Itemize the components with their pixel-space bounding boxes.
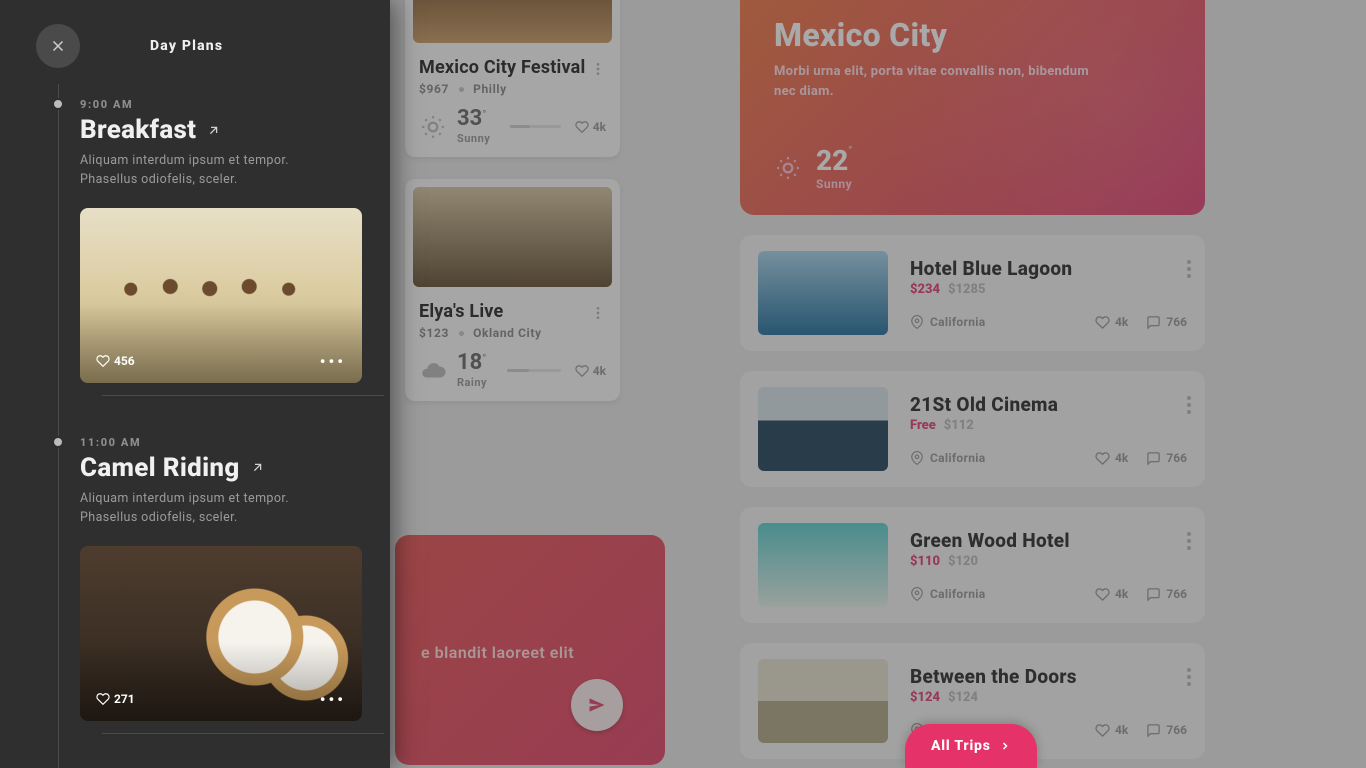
timeline-item: 11:00 AM Camel Riding Aliquam interdum i… <box>58 422 360 760</box>
item-title: Breakfast <box>80 115 196 145</box>
photo-more-icon[interactable]: ••• <box>320 352 346 371</box>
divider <box>102 733 384 734</box>
item-title: Camel Riding <box>80 453 240 483</box>
close-icon <box>49 37 67 55</box>
item-time: 9:00 AM <box>80 98 360 111</box>
item-title-row[interactable]: Breakfast <box>80 115 360 145</box>
photo-likes[interactable]: 456 <box>96 354 135 368</box>
item-photo[interactable]: 456 ••• <box>80 208 362 383</box>
divider <box>102 395 384 396</box>
photo-likes-count: 271 <box>114 692 135 706</box>
all-trips-button[interactable]: All Trips <box>905 724 1037 768</box>
photo-more-icon[interactable]: ••• <box>320 690 346 709</box>
item-photo[interactable]: 271 ••• <box>80 546 362 721</box>
timeline-node-icon <box>52 98 64 110</box>
timeline-item: 9:00 AM Breakfast Aliquam interdum ipsum… <box>58 84 360 422</box>
timeline: 9:00 AM Breakfast Aliquam interdum ipsum… <box>0 84 390 768</box>
chevron-right-icon <box>999 740 1011 752</box>
open-link-icon <box>250 460 265 475</box>
close-button[interactable] <box>36 24 80 68</box>
photo-likes[interactable]: 271 <box>96 692 135 706</box>
photo-likes-count: 456 <box>114 354 135 368</box>
item-time: 11:00 AM <box>80 436 360 449</box>
timeline-node-icon <box>52 436 64 448</box>
item-desc: Aliquam interdum ipsum et tempor. Phasel… <box>80 489 350 528</box>
all-trips-label: All Trips <box>931 738 991 754</box>
open-link-icon <box>206 123 221 138</box>
panel-title: Day Plans <box>150 38 223 54</box>
day-plans-panel: Day Plans 9:00 AM Breakfast Aliquam inte… <box>0 0 390 768</box>
item-title-row[interactable]: Camel Riding <box>80 453 360 483</box>
item-desc: Aliquam interdum ipsum et tempor. Phasel… <box>80 151 350 190</box>
